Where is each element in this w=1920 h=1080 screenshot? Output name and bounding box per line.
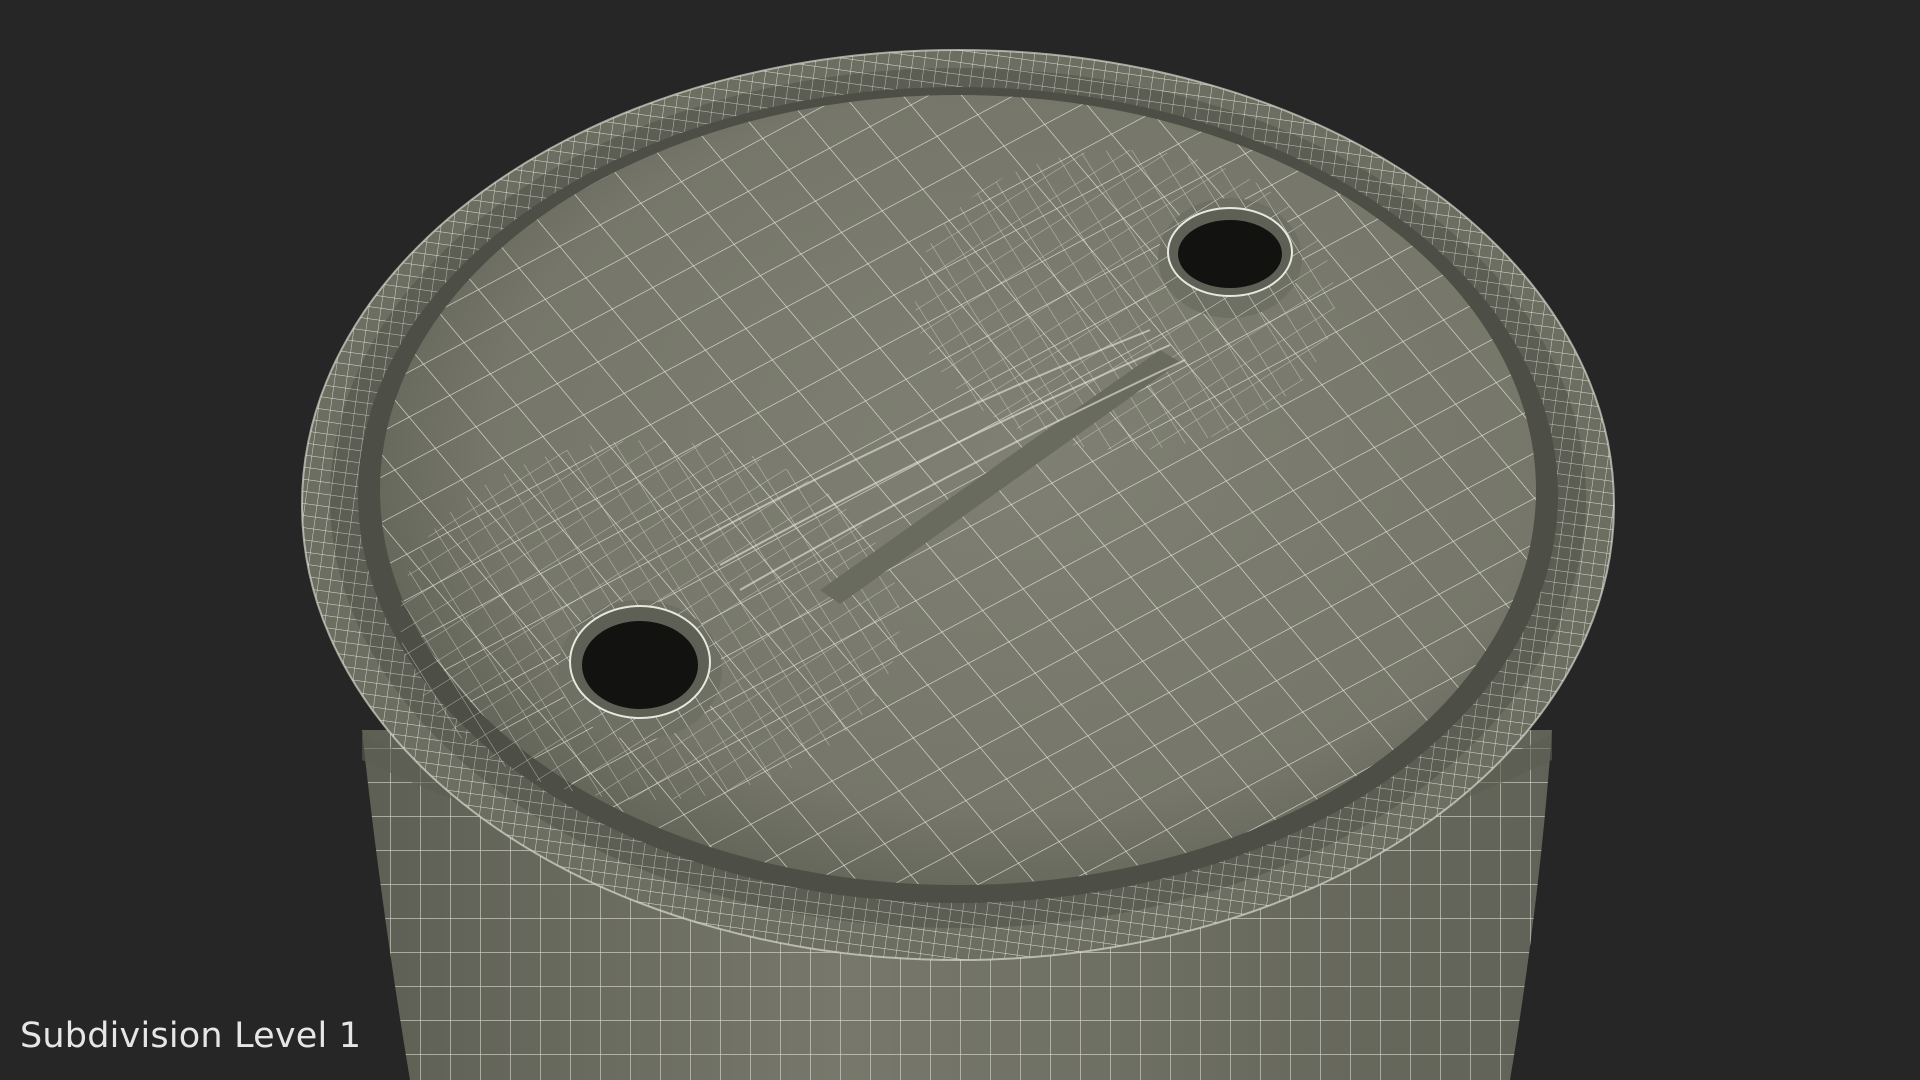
subdivision-caption: Subdivision Level 1 xyxy=(20,1016,362,1056)
bung-hole-right xyxy=(1158,198,1302,318)
viewport: Subdivision Level 1 xyxy=(0,0,1920,1080)
barrel-lid xyxy=(380,95,1536,885)
barrel-wireframe-render xyxy=(301,49,1615,1080)
bung-hole-left xyxy=(558,600,722,740)
